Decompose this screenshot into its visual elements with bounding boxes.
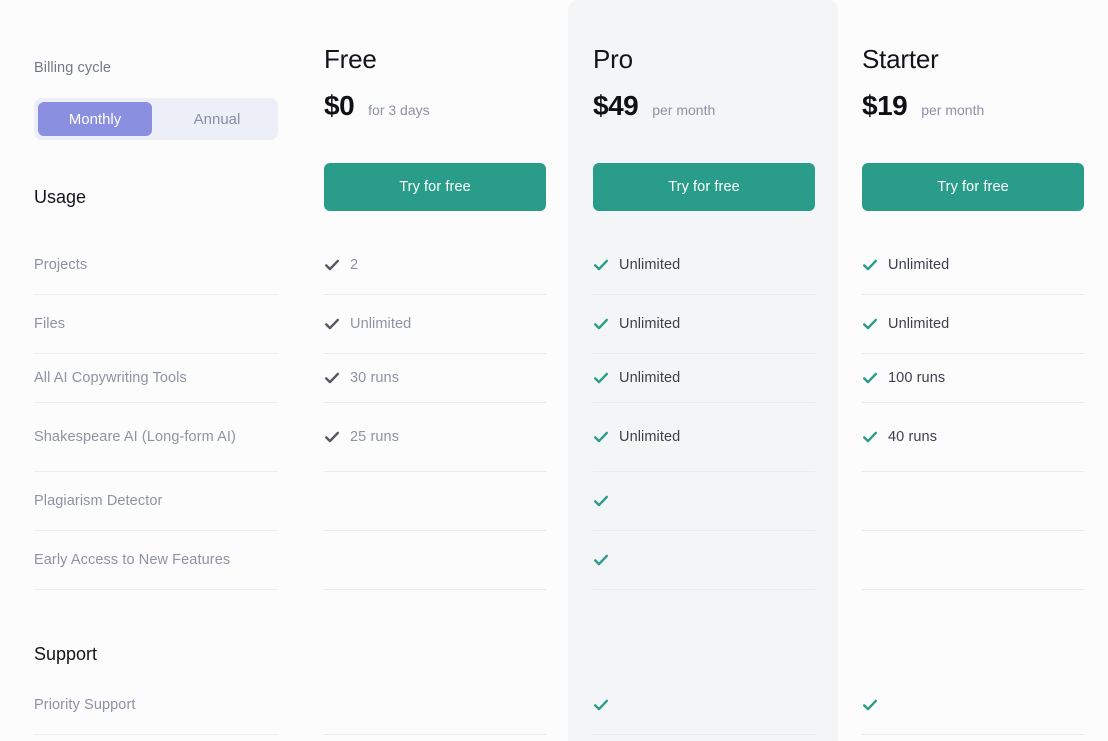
feature-row: Early Access to New Features	[34, 531, 278, 590]
feature-row: Priority Support	[34, 676, 278, 735]
plan-value-text: 2	[350, 257, 359, 273]
plan-price-starter: $19	[862, 90, 908, 121]
plan-value-text: Unlimited	[619, 257, 681, 273]
pricing-table: Billing cycle Monthly Annual Usage Suppo…	[0, 0, 1108, 741]
plan-value-row	[593, 676, 815, 735]
plan-value-row	[862, 531, 1084, 590]
section-heading-support: Support	[34, 644, 98, 664]
plan-value-text: Unlimited	[619, 316, 681, 332]
feature-row: Projects	[34, 236, 278, 295]
plan-name-starter: Starter	[862, 44, 939, 74]
plan-value-row: Unlimited	[593, 295, 815, 354]
plan-value-row	[862, 676, 1084, 735]
plan-period-starter: per month	[921, 102, 985, 118]
check-icon	[325, 372, 339, 384]
plan-value-row: Unlimited	[593, 403, 815, 472]
check-icon	[594, 259, 608, 271]
billing-cycle-label: Billing cycle	[34, 60, 112, 76]
feature-label: Projects	[34, 256, 88, 273]
try-for-free-button-starter[interactable]: Try for free	[862, 163, 1084, 211]
plan-price-row-free: $0 for 3 days	[324, 90, 430, 122]
check-icon	[594, 554, 608, 566]
check-icon	[325, 318, 339, 330]
check-icon	[325, 431, 339, 443]
plan-price-pro: $49	[593, 90, 639, 121]
plan-value-row: Unlimited	[593, 236, 815, 295]
check-icon	[863, 259, 877, 271]
plan-value-row	[324, 676, 546, 735]
feature-label: Priority Support	[34, 696, 136, 713]
plan-value-text: Unlimited	[619, 429, 681, 445]
billing-toggle-annual[interactable]: Annual	[160, 102, 274, 136]
plan-value-row	[862, 472, 1084, 531]
plan-value-row: 100 runs	[862, 354, 1084, 403]
plan-value-text: Unlimited	[619, 370, 681, 386]
plan-value-row	[593, 472, 815, 531]
billing-toggle-monthly[interactable]: Monthly	[38, 102, 152, 136]
plan-value-text: 30 runs	[350, 370, 400, 386]
feature-label: Early Access to New Features	[34, 551, 231, 568]
plan-price-row-pro: $49 per month	[593, 90, 715, 122]
check-icon	[594, 372, 608, 384]
plan-value-row: 30 runs	[324, 354, 546, 403]
plan-name-pro: Pro	[593, 44, 633, 74]
plan-period-pro: per month	[652, 102, 716, 118]
plan-value-row: Unlimited	[324, 295, 546, 354]
feature-row: Plagiarism Detector	[34, 472, 278, 531]
section-heading-usage: Usage	[34, 187, 87, 207]
check-icon	[863, 372, 877, 384]
plan-value-text: 100 runs	[888, 370, 946, 386]
plan-price-row-starter: $19 per month	[862, 90, 984, 122]
plan-value-text: 40 runs	[888, 429, 938, 445]
check-icon	[863, 699, 877, 711]
plan-value-row: 2	[324, 236, 546, 295]
plan-value-row: 40 runs	[862, 403, 1084, 472]
feature-label: Shakespeare AI (Long-form AI)	[34, 428, 236, 445]
plan-value-text: Unlimited	[888, 316, 950, 332]
check-icon	[325, 259, 339, 271]
plan-value-text: Unlimited	[888, 257, 950, 273]
plan-value-row	[593, 531, 815, 590]
plan-price-free: $0	[324, 90, 355, 121]
check-icon	[863, 318, 877, 330]
billing-cycle-toggle[interactable]: Monthly Annual	[34, 98, 278, 140]
try-for-free-button-free[interactable]: Try for free	[324, 163, 546, 211]
feature-row: All AI Copywriting Tools	[34, 354, 278, 403]
feature-label: Plagiarism Detector	[34, 492, 163, 509]
check-icon	[594, 318, 608, 330]
plan-period-free: for 3 days	[368, 102, 430, 118]
plan-value-text: Unlimited	[350, 316, 412, 332]
feature-label: Files	[34, 315, 66, 332]
plan-value-row: Unlimited	[593, 354, 815, 403]
plan-value-row	[324, 472, 546, 531]
feature-row: Shakespeare AI (Long-form AI)	[34, 403, 278, 472]
plan-value-row: Unlimited	[862, 295, 1084, 354]
check-icon	[594, 495, 608, 507]
check-icon	[594, 699, 608, 711]
try-for-free-button-pro[interactable]: Try for free	[593, 163, 815, 211]
check-icon	[863, 431, 877, 443]
plan-name-free: Free	[324, 44, 377, 74]
plan-value-text: 25 runs	[350, 429, 400, 445]
plan-value-row: 25 runs	[324, 403, 546, 472]
plan-value-row: Unlimited	[862, 236, 1084, 295]
feature-row: Files	[34, 295, 278, 354]
feature-label: All AI Copywriting Tools	[34, 369, 187, 386]
check-icon	[594, 431, 608, 443]
plan-value-row	[324, 531, 546, 590]
